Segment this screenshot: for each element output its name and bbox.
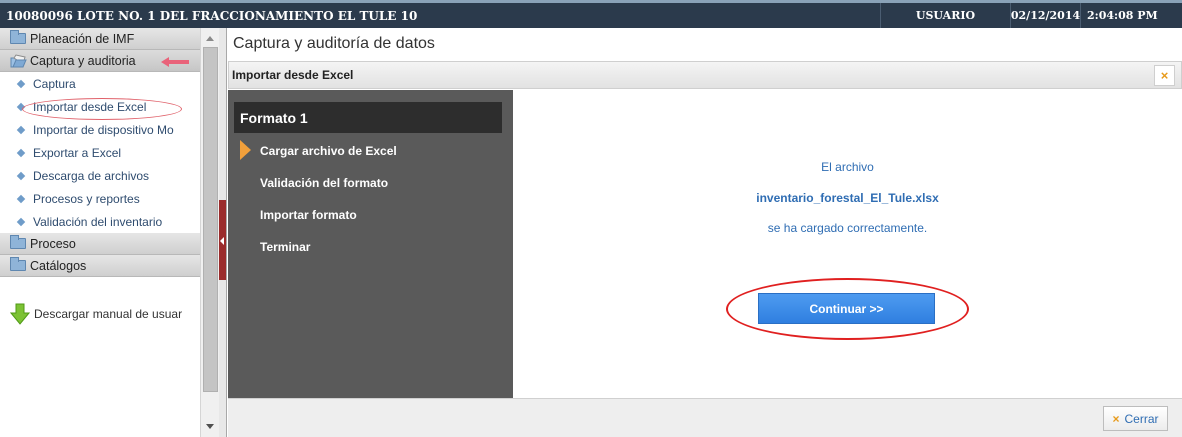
status-line-3: se ha cargado correctamente. [767, 221, 928, 235]
bullet-icon [16, 194, 26, 203]
user-label[interactable]: USUARIO [880, 3, 1010, 28]
collapse-handle[interactable] [219, 200, 226, 280]
download-manual-label: Descargar manual de usuar [34, 307, 183, 321]
wizard-steps-panel: Formato 1 Cargar archivo de Excel Valida… [228, 90, 513, 398]
time-display: 2:04:08 PM [1080, 3, 1182, 28]
main-panel: Captura y auditoría de datos Importar de… [228, 28, 1182, 437]
sidebar-item-validacion-inventario[interactable]: Validación del inventario [0, 210, 200, 233]
sidebar-item-captura[interactable]: Captura [0, 72, 200, 95]
download-manual-link[interactable]: Descargar manual de usuar [10, 303, 182, 325]
sidebar-item-label: Captura [33, 76, 76, 91]
scroll-down-icon[interactable] [206, 424, 214, 429]
sidebar-item-descarga-archivos[interactable]: Descarga de archivos [0, 164, 200, 187]
wizard-step-terminar: Terminar [260, 240, 311, 254]
sidebar-section-catalogos[interactable]: Catálogos [0, 255, 200, 277]
bullet-icon [16, 148, 26, 157]
sidebar-section-label: Catálogos [30, 258, 87, 273]
sidebar-item-importar-dispositivo[interactable]: Importar de dispositivo Mo [0, 118, 200, 141]
sidebar-item-label: Validación del inventario [33, 214, 163, 229]
folder-icon [10, 30, 26, 44]
sidebar-item-label: Importar de dispositivo Mo [33, 122, 174, 137]
annotation-ellipse [22, 98, 182, 120]
scroll-thumb[interactable] [203, 47, 218, 392]
open-folder-icon [10, 53, 27, 67]
bullet-icon [16, 171, 26, 180]
page-title: Captura y auditoría de datos [233, 34, 435, 52]
sidebar-section-proceso[interactable]: Proceso [0, 233, 200, 255]
bullet-icon [16, 79, 26, 88]
sidebar: Planeación de IMF Captura y auditoria Ca… [0, 28, 219, 437]
top-bar: 10080096 LOTE NO. 1 DEL FRACCIONAMIENTO … [0, 0, 1182, 28]
folder-icon [10, 235, 26, 249]
sidebar-section-label: Proceso [30, 236, 76, 251]
folder-icon [10, 257, 26, 271]
dialog-footer: × Cerrar [228, 398, 1182, 437]
wizard-title: Formato 1 [234, 102, 502, 133]
sidebar-item-procesos-reportes[interactable]: Procesos y reportes [0, 187, 200, 210]
sidebar-scrollbar[interactable] [200, 28, 219, 437]
wizard-step-validacion: Validación del formato [260, 176, 389, 190]
sidebar-item-label: Descarga de archivos [33, 168, 150, 183]
sidebar-item-exportar-excel[interactable]: Exportar a Excel [0, 141, 200, 164]
wizard-content: El archivo inventario_forestal_El_Tule.x… [513, 90, 1182, 398]
uploaded-filename: inventario_forestal_El_Tule.xlsx [756, 191, 939, 205]
scroll-up-icon[interactable] [206, 36, 214, 41]
current-step-marker-icon [240, 140, 251, 160]
bullet-icon [16, 217, 26, 226]
sidebar-section-label: Planeación de IMF [30, 31, 135, 46]
status-line-1: El archivo [821, 160, 874, 174]
annotation-arrow-icon [161, 57, 189, 67]
sidebar-item-label: Exportar a Excel [33, 145, 122, 160]
close-icon: × [1112, 411, 1120, 426]
sidebar-section-planeacion[interactable]: Planeación de IMF [0, 28, 200, 50]
dialog-header: Importar desde Excel × [228, 61, 1182, 89]
dialog-title: Importar desde Excel [232, 68, 354, 82]
project-title: 10080096 LOTE NO. 1 DEL FRACCIONAMIENTO … [6, 8, 418, 23]
sidebar-item-label: Procesos y reportes [33, 191, 140, 206]
wizard-step-importar: Importar formato [260, 208, 357, 222]
continue-button[interactable]: Continuar >> [758, 293, 935, 324]
close-icon[interactable]: × [1154, 65, 1175, 86]
sidebar-section-label: Captura y auditoria [30, 53, 136, 68]
bullet-icon [16, 125, 26, 134]
download-arrow-icon [10, 303, 30, 325]
close-button-label: Cerrar [1124, 411, 1159, 426]
close-button[interactable]: × Cerrar [1103, 406, 1168, 431]
sidebar-menu: Planeación de IMF Captura y auditoria Ca… [0, 28, 200, 437]
panel-splitter[interactable] [219, 28, 227, 437]
wizard-step-cargar: Cargar archivo de Excel [260, 144, 397, 158]
date-display: 02/12/2014 [1010, 3, 1080, 28]
